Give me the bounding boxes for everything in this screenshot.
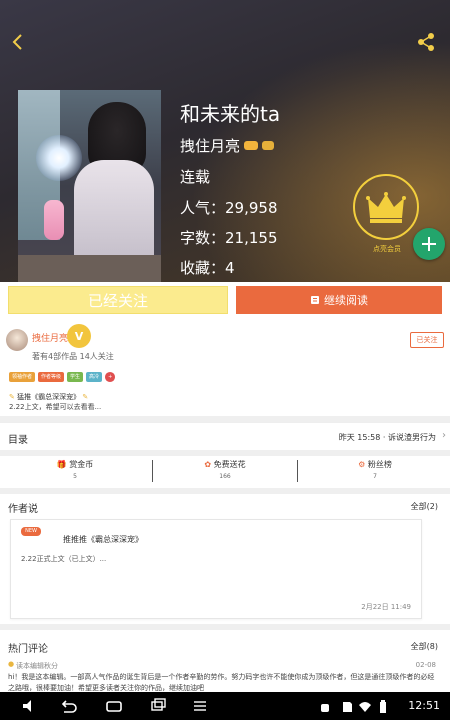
section-title: 作者说 bbox=[8, 504, 38, 515]
user-icon: ● bbox=[8, 660, 15, 668]
author-note-header: 作者说 全部(2) bbox=[0, 496, 450, 516]
divider bbox=[0, 488, 450, 494]
directory-label: 目录 bbox=[8, 435, 28, 446]
sd-card-icon bbox=[340, 699, 354, 713]
volume-icon[interactable] bbox=[20, 696, 40, 716]
flower-icon: ✿ bbox=[204, 460, 212, 469]
pencil-icon: ✎ bbox=[82, 393, 89, 401]
view-all-link[interactable]: 全部(8) bbox=[411, 641, 438, 652]
recommendation-line: ✎ 猛推《霸总深深宠》 ✎ bbox=[9, 392, 88, 402]
word-count: 字数：21,155 bbox=[180, 229, 278, 247]
system-nav-bar: 12:51 bbox=[0, 692, 450, 720]
medal-icon: ⚙ bbox=[358, 460, 366, 469]
directory-row[interactable]: 目录 昨天 15:58 · 诉说渣男行为 › bbox=[0, 422, 450, 450]
tag: 学生 bbox=[67, 372, 84, 382]
add-to-shelf-button[interactable] bbox=[413, 228, 445, 260]
reward-coins[interactable]: 🎁 赏金币 5 bbox=[0, 456, 150, 488]
level-badge-icon bbox=[244, 141, 259, 150]
section-title: 热门评论 bbox=[8, 644, 48, 655]
author-name[interactable]: 拽住月亮 bbox=[180, 135, 240, 156]
comment-date: 02-08 bbox=[415, 661, 436, 669]
cover-lamp bbox=[36, 135, 82, 181]
detail-content[interactable]: 已经关注 继续阅读 拽住月亮 V 著有4部作品 14人关注 已关注 领袖作者 作… bbox=[0, 282, 450, 692]
gift-icon: 🎁 bbox=[56, 460, 67, 469]
book-title: 和未来的ta bbox=[180, 102, 281, 126]
latest-update: 昨天 15:58 · 诉说渣男行为 bbox=[338, 433, 436, 442]
fans-ranking[interactable]: ⚙ 粉丝榜 7 bbox=[300, 456, 450, 488]
serial-status: 连载 bbox=[180, 168, 211, 186]
recents-icon[interactable] bbox=[148, 696, 168, 716]
continue-reading-button[interactable]: 继续阅读 bbox=[236, 286, 442, 314]
continue-reading-label: 继续阅读 bbox=[324, 294, 368, 307]
book-icon bbox=[311, 296, 319, 304]
recommendation-text: 猛推《霸总深深宠》 bbox=[17, 393, 81, 401]
android-icon bbox=[318, 699, 332, 713]
cover-table bbox=[18, 255, 161, 282]
favorites-count: 收藏：4 bbox=[180, 259, 235, 277]
view-all-link[interactable]: 全部(2) bbox=[411, 501, 438, 512]
wifi-icon bbox=[358, 699, 372, 713]
separator bbox=[297, 460, 298, 482]
author-row[interactable]: 拽住月亮 bbox=[180, 135, 275, 156]
author-meta: 著有4部作品 14人关注 bbox=[32, 352, 114, 361]
comments-header: 热门评论 全部(8) bbox=[0, 636, 450, 656]
battery-icon bbox=[376, 699, 390, 713]
crown-icon bbox=[366, 192, 406, 223]
tag: 领袖作者 bbox=[9, 372, 36, 382]
popularity: 人气：29,958 bbox=[180, 199, 278, 217]
reward-coins-label: 赏金币 bbox=[69, 460, 94, 469]
cover-toy bbox=[44, 200, 64, 240]
author-card-name[interactable]: 拽住月亮 bbox=[32, 331, 68, 344]
reward-coins-count: 5 bbox=[73, 473, 77, 480]
clock: 12:51 bbox=[408, 699, 440, 712]
fans-ranking-count: 7 bbox=[373, 473, 377, 480]
rank-badge-icon bbox=[262, 141, 275, 150]
book-header: 和未来的ta 拽住月亮 连载 人气：29,958 字数：21,155 收藏：4 … bbox=[0, 0, 450, 282]
followed-button[interactable]: 已经关注 bbox=[8, 286, 228, 314]
comment-item[interactable]: ● 读本编辑秋分 02-08 hi！我是这本编辑。一部高人气作品的诞生背后是一个… bbox=[8, 660, 438, 692]
comment-user: 读本编辑秋分 bbox=[16, 662, 58, 670]
comment-text: hi！我是这本编辑。一部高人气作品的诞生背后是一个作者辛勤的劳作。努力码字也许不… bbox=[8, 673, 435, 692]
vip-button[interactable] bbox=[353, 174, 419, 240]
vip-label: 点亮会员 bbox=[373, 245, 401, 253]
book-cover[interactable] bbox=[18, 90, 161, 282]
vip-level-badge: V bbox=[67, 324, 91, 348]
author-note-card[interactable]: NEW 推推推《霸总深深宠》 2.22正式上文（已上文）... 2月22日 11… bbox=[10, 519, 422, 619]
back-icon[interactable] bbox=[4, 28, 32, 56]
plus-icon bbox=[422, 237, 436, 251]
follow-button[interactable]: 已关注 bbox=[410, 332, 444, 348]
tag-more[interactable]: + bbox=[105, 372, 116, 382]
new-badge: NEW bbox=[21, 527, 41, 536]
fans-ranking-label: 粉丝榜 bbox=[367, 460, 392, 469]
nav-back-icon[interactable] bbox=[58, 696, 78, 716]
tag: 作者等级 bbox=[38, 372, 65, 382]
tag: 高冷 bbox=[86, 372, 103, 382]
avatar[interactable] bbox=[6, 329, 28, 351]
send-flower[interactable]: ✿ 免费送花 166 bbox=[150, 456, 300, 488]
recommendation-detail: 2.22上文，希望可以去看看... bbox=[9, 403, 102, 411]
note-body: 2.22正式上文（已上文）... bbox=[21, 555, 107, 563]
send-flower-label: 免费送花 bbox=[213, 460, 246, 469]
chevron-right-icon: › bbox=[442, 430, 446, 441]
share-icon[interactable] bbox=[412, 28, 440, 56]
menu-icon[interactable] bbox=[190, 696, 210, 716]
pencil-icon: ✎ bbox=[9, 393, 15, 401]
home-icon[interactable] bbox=[104, 696, 124, 716]
note-time: 2月22日 11:49 bbox=[361, 603, 411, 611]
send-flower-count: 166 bbox=[219, 473, 231, 480]
reward-bar: 🎁 赏金币 5 ✿ 免费送花 166 ⚙ 粉丝榜 7 bbox=[0, 456, 450, 488]
note-title: 推推推《霸总深深宠》 bbox=[63, 535, 143, 544]
author-tags: 领袖作者 作者等级 学生 高冷 + bbox=[9, 372, 116, 382]
divider bbox=[0, 624, 450, 630]
author-card[interactable]: 拽住月亮 V 著有4部作品 14人关注 已关注 bbox=[6, 324, 446, 364]
